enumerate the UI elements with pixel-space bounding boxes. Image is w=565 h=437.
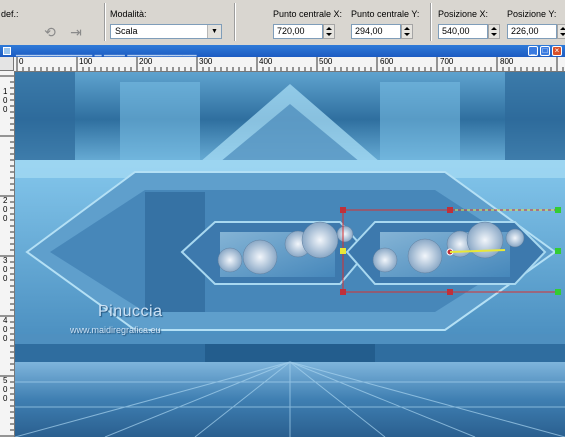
ruler-label: 0 bbox=[3, 214, 8, 223]
separator bbox=[234, 3, 235, 41]
watermark-url: www.maidiregrafica.eu bbox=[70, 325, 161, 335]
ruler-label: 0 bbox=[19, 57, 24, 66]
ruler-label: 4 bbox=[3, 316, 8, 325]
tool-options-bar: def.: ⟲ ⇥ Modalità: Scala ▼ Punto centra… bbox=[0, 0, 565, 46]
right-dark-block bbox=[505, 72, 565, 167]
apply-icon[interactable]: ⇥ bbox=[68, 24, 84, 40]
lower-band-highlight bbox=[15, 334, 565, 344]
maximize-button[interactable]: □ bbox=[540, 46, 550, 56]
ruler-corner bbox=[0, 57, 14, 71]
pos-y-input[interactable]: 226,00 bbox=[507, 24, 557, 39]
pos-y-stepper[interactable] bbox=[557, 24, 565, 39]
ruler-label: 200 bbox=[139, 57, 153, 66]
ruler-label: 800 bbox=[500, 57, 514, 66]
arrow-down-icon[interactable] bbox=[491, 33, 497, 36]
ruler-label: 400 bbox=[259, 57, 273, 66]
arrow-up-icon[interactable] bbox=[560, 27, 565, 30]
arrow-up-icon[interactable] bbox=[326, 27, 332, 30]
separator bbox=[104, 3, 105, 41]
close-button[interactable]: × bbox=[552, 46, 562, 56]
document-icon bbox=[3, 47, 11, 55]
center-x-stepper[interactable] bbox=[323, 24, 335, 39]
ruler-label: 300 bbox=[199, 57, 213, 66]
ruler-label: 0 bbox=[3, 325, 8, 334]
mode-value: Scala bbox=[115, 26, 138, 36]
ruler-label: 0 bbox=[3, 334, 8, 343]
canvas-artwork bbox=[15, 72, 565, 437]
ruler-label: 500 bbox=[319, 57, 333, 66]
pos-x-input[interactable]: 540,00 bbox=[438, 24, 488, 39]
resize-handle[interactable] bbox=[555, 248, 561, 254]
lower-dark-block bbox=[205, 344, 375, 364]
mode-dropdown[interactable]: Scala ▼ bbox=[110, 24, 222, 39]
watermark-title: Pinuccia bbox=[98, 303, 163, 320]
minimize-button[interactable]: _ bbox=[528, 46, 538, 56]
resize-handle[interactable] bbox=[340, 248, 346, 254]
left-dark-block bbox=[15, 72, 75, 167]
document-title-obscured: ▁▁▁▁▁▁▁▁▁▁▁ ▁ ▁▁▁ ▁▁▁▁▁▁▁▁▁▁ bbox=[16, 46, 197, 56]
ruler-label: 0 bbox=[3, 394, 8, 403]
reset-icon[interactable]: ⟲ bbox=[42, 24, 58, 40]
document-window-titlebar[interactable]: ▁▁▁▁▁▁▁▁▁▁▁ ▁ ▁▁▁ ▁▁▁▁▁▁▁▁▁▁ _ □ × bbox=[0, 45, 565, 57]
center-y-stepper[interactable] bbox=[401, 24, 413, 39]
mode-label: Modalità: bbox=[110, 9, 147, 19]
resize-handle[interactable] bbox=[340, 207, 346, 213]
ruler-label: 2 bbox=[3, 196, 8, 205]
horizontal-ruler-ticks bbox=[16, 57, 564, 71]
center-y-input[interactable]: 294,00 bbox=[351, 24, 401, 39]
ruler-label: 5 bbox=[3, 376, 8, 385]
ruler-label: 0 bbox=[3, 274, 8, 283]
ruler-label: 0 bbox=[3, 96, 8, 105]
center-x-input[interactable]: 720,00 bbox=[273, 24, 323, 39]
ruler-label: 700 bbox=[440, 57, 454, 66]
chevron-down-icon[interactable]: ▼ bbox=[207, 25, 221, 38]
arrow-down-icon[interactable] bbox=[326, 33, 332, 36]
resize-handle[interactable] bbox=[340, 289, 346, 295]
resize-handle[interactable] bbox=[555, 289, 561, 295]
ruler-label: 0 bbox=[3, 265, 8, 274]
center-y-label: Punto centrale Y: bbox=[351, 9, 420, 19]
pos-x-stepper[interactable] bbox=[488, 24, 500, 39]
horizontal-ruler: 0 100 200 300 400 500 600 700 800 bbox=[14, 57, 565, 72]
ruler-label: 0 bbox=[3, 105, 8, 114]
image-canvas[interactable]: Pinuccia www.maidiregrafica.eu bbox=[15, 72, 565, 437]
ruler-label: 1 bbox=[3, 87, 8, 96]
pos-y-label: Posizione Y: bbox=[507, 9, 557, 19]
ruler-label: 3 bbox=[3, 256, 8, 265]
arrow-down-icon[interactable] bbox=[560, 33, 565, 36]
ruler-label: 600 bbox=[380, 57, 394, 66]
center-x-label: Punto centrale X: bbox=[273, 9, 343, 19]
arrow-down-icon[interactable] bbox=[404, 33, 410, 36]
pos-x-label: Posizione X: bbox=[438, 9, 489, 19]
resize-handle[interactable] bbox=[447, 289, 453, 295]
top-pane bbox=[120, 82, 200, 162]
ruler-label: 0 bbox=[3, 205, 8, 214]
ruler-label: 100 bbox=[79, 57, 93, 66]
arrow-up-icon[interactable] bbox=[491, 27, 497, 30]
resize-handle[interactable] bbox=[447, 207, 453, 213]
top-pane bbox=[380, 82, 460, 162]
preset-label: def.: bbox=[1, 9, 19, 19]
ruler-label: 0 bbox=[3, 385, 8, 394]
vertical-ruler: 1 0 0 2 0 0 3 0 0 4 0 0 5 0 0 bbox=[0, 71, 15, 437]
separator bbox=[430, 3, 431, 41]
arrow-up-icon[interactable] bbox=[404, 27, 410, 30]
resize-handle[interactable] bbox=[555, 207, 561, 213]
